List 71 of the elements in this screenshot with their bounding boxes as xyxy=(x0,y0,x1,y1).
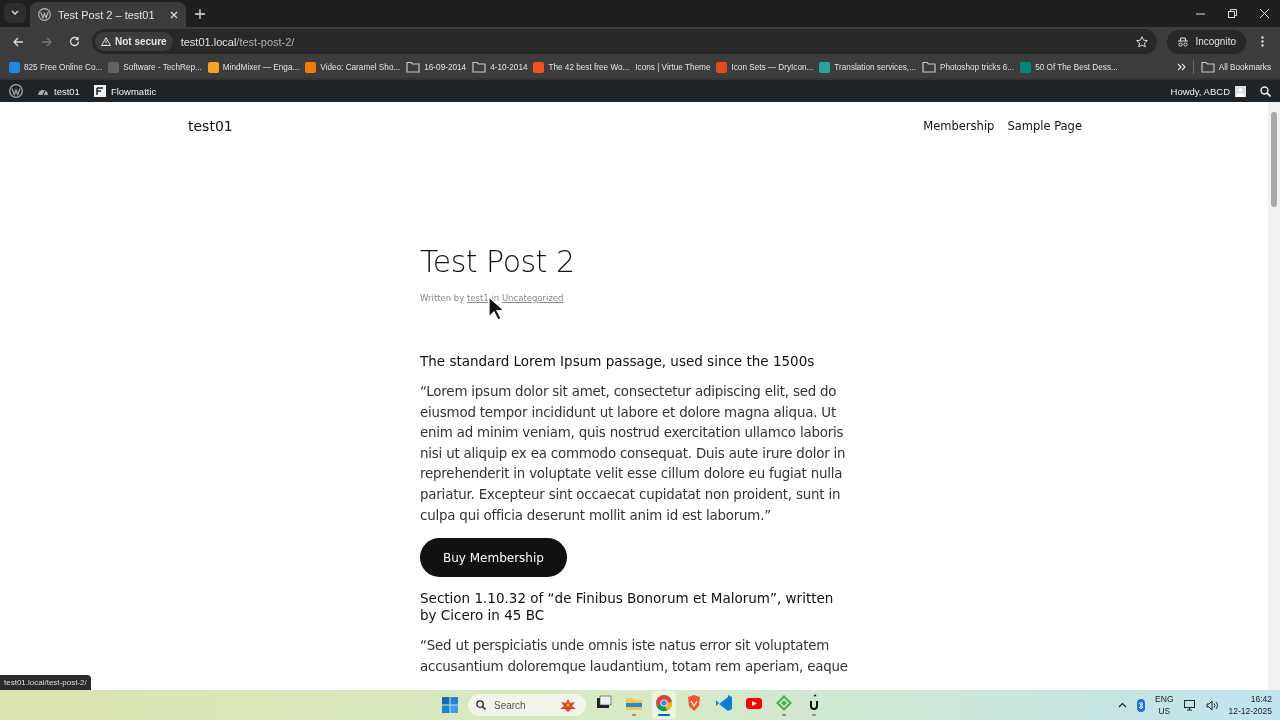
star-icon[interactable] xyxy=(1136,35,1149,48)
app-logo-icon xyxy=(93,85,106,97)
site-title[interactable]: test01 xyxy=(188,118,233,134)
clock[interactable]: 16:42 12-12-2025 xyxy=(1228,693,1272,717)
bluetooth-icon[interactable] xyxy=(1137,698,1146,712)
code-app-icon xyxy=(715,694,733,712)
site-info-button[interactable]: Not secure xyxy=(95,32,173,51)
wordpress-logo-icon xyxy=(9,84,23,98)
body-paragraph: “Lorem ipsum dolor sit amet, consectetur adipiscing elit, sed do eiusmod tempor incididunt ut labore et dolore magna aliqua. Ut enim ad minim veniam, quis nostrud exercitation ullamco laboris nisi ut aliquip ex ea commodo consequat. Duis aute irure dolor in reprehenderit in voluptate velit esse cillum dolore eu fugiat nulla pariatur. Excepteur sint occaecat cupidatat non proident, sunt in culpa qui officia deserunt mollit anim id est laborum.” xyxy=(420,383,847,525)
bookmark[interactable]: Icon Sets — DryIcon... xyxy=(713,57,817,77)
search-icon xyxy=(1260,85,1271,97)
folder-icon xyxy=(406,61,421,73)
close-icon[interactable] xyxy=(170,10,178,19)
bookmark[interactable]: Photoshop tricks 6... xyxy=(918,57,1018,77)
bookmark[interactable]: MindMixer — Enga... xyxy=(204,57,303,77)
chevron-up-icon[interactable] xyxy=(1118,702,1128,708)
avatar-icon xyxy=(1235,85,1246,97)
bookmark[interactable]: 50 Of The Best Dess... xyxy=(1017,57,1121,77)
buy-membership-button[interactable]: Buy Membership xyxy=(420,538,567,578)
double-chevron-icon xyxy=(1176,63,1186,71)
section-heading: The standard Lorem Ipsum passage, used since the 1500s xyxy=(420,353,816,370)
nav-link[interactable]: Membership xyxy=(923,119,995,133)
close-icon xyxy=(1259,9,1269,18)
more-vertical-icon xyxy=(1260,36,1264,47)
shield-app-icon xyxy=(685,694,703,712)
folder-icon xyxy=(472,61,487,73)
bookmark[interactable]: Video: Caramel Sho... xyxy=(302,57,404,77)
network-icon[interactable] xyxy=(1183,699,1196,711)
account-menu-button[interactable]: Howdy, ABCD xyxy=(1165,80,1251,102)
admin-bar-item[interactable]: test01 xyxy=(32,80,85,102)
taskbar-search-field[interactable]: Search xyxy=(468,694,586,716)
scrollbar[interactable] xyxy=(1268,102,1280,690)
tab-list-button[interactable] xyxy=(4,3,26,23)
minimize-icon xyxy=(1195,12,1205,15)
section-heading: Section 1.10.32 of “de Finibus Bonorum et Malorum”, written by Cicero in 45 BC xyxy=(420,590,835,625)
bookmark[interactable]: Translation services,... xyxy=(816,57,919,77)
chevron-down-icon xyxy=(11,10,19,16)
language-indicator[interactable]: ENG US xyxy=(1155,693,1174,717)
windows-logo-icon xyxy=(442,697,458,713)
bookmark[interactable]: 16-09-2014 xyxy=(403,57,470,77)
admin-bar-item[interactable]: Flowmattic xyxy=(88,80,162,102)
bookmark[interactable]: Icons | Virtue Theme xyxy=(632,57,714,77)
post-title: Test Post 2 xyxy=(420,244,576,279)
browser-tab[interactable]: Test Post 2 – test01 xyxy=(30,2,186,27)
address-bar[interactable]: test01.local/test-post-2/ xyxy=(180,35,1129,48)
browser-app-icon xyxy=(655,694,673,712)
back-arrow-icon xyxy=(12,36,24,47)
reload-icon xyxy=(68,36,80,47)
folder-icon xyxy=(921,61,936,73)
flower-icon xyxy=(558,698,578,712)
author-link[interactable]: test1 xyxy=(467,293,489,303)
link-status-bar: test01.local/test-post-2/ xyxy=(0,675,91,690)
diamond-app-icon xyxy=(775,694,793,712)
search-icon xyxy=(476,700,486,710)
all-bookmarks-button[interactable]: All Bookmarks xyxy=(1197,57,1274,77)
restore-icon xyxy=(1227,9,1237,18)
bookmark[interactable]: 825 Free Online Co... xyxy=(6,57,106,77)
category-link[interactable]: Uncategorized xyxy=(501,293,564,303)
volume-icon[interactable] xyxy=(1205,699,1219,711)
bookmark[interactable]: 4-10-2014 xyxy=(469,57,531,77)
body-paragraph: “Sed ut perspiciatis unde omnis iste natus error sit voluptatem accusantium doloremque laudantium, totam rem aperiam, eaque xyxy=(420,637,849,676)
folder-icon xyxy=(1200,61,1215,73)
bookmark[interactable]: Software - TechRep... xyxy=(105,57,205,77)
plus-icon xyxy=(195,9,205,19)
nav-link[interactable]: Sample Page xyxy=(1007,119,1082,133)
incognito-icon xyxy=(1177,36,1190,47)
warning-icon xyxy=(101,37,111,46)
forward-arrow-icon xyxy=(40,36,52,47)
incognito-button[interactable]: Incognito xyxy=(1167,29,1246,54)
bookmark[interactable]: The 42 best free Wo... xyxy=(530,57,633,77)
wordpress-logo-icon xyxy=(38,8,51,21)
